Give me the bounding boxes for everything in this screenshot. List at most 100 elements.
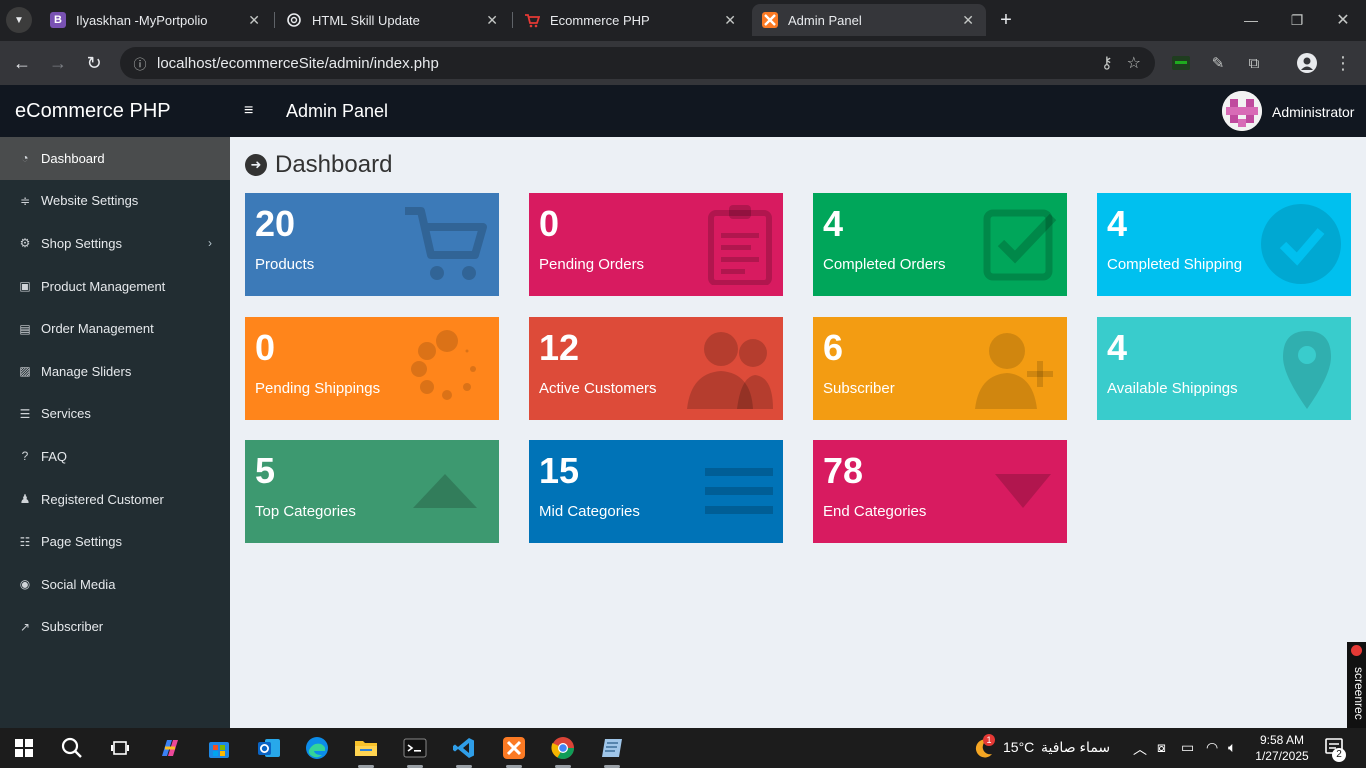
stat-value: 4 xyxy=(1107,203,1128,244)
sliders-icon: ≑ xyxy=(19,193,31,208)
chatgpt-icon xyxy=(286,12,302,28)
terminal-icon[interactable] xyxy=(401,734,429,762)
sidebar-item-dashboard[interactable]: ◔ Dashboard xyxy=(0,137,230,180)
stat-value: 4 xyxy=(823,203,844,244)
tab-title: Ecommerce PHP xyxy=(550,12,650,28)
sidebar-item-faq[interactable]: ? FAQ xyxy=(0,435,230,478)
stat-label: Available Shippings xyxy=(1107,380,1238,397)
check-square-icon xyxy=(983,209,1057,281)
sidebar-item-order-management[interactable]: ▤ Order Management xyxy=(0,307,230,350)
close-icon[interactable]: ✕ xyxy=(486,12,498,29)
sidebar-item-product-management[interactable]: ▣ Product Management xyxy=(0,265,230,308)
vscode-icon[interactable] xyxy=(450,734,478,762)
new-tab-button[interactable]: + xyxy=(994,8,1018,32)
hamburger-menu-icon[interactable]: ≡ xyxy=(244,102,253,120)
stat-value: 4 xyxy=(1107,327,1128,368)
sidebar-item-shop-settings[interactable]: ⚙ Shop Settings › xyxy=(0,222,230,265)
sidebar-item-manage-sliders[interactable]: ▨ Manage Sliders xyxy=(0,350,230,393)
spinner-icon xyxy=(411,330,476,400)
stat-box-subscriber[interactable]: 6 Subscriber xyxy=(813,317,1067,420)
restore-icon[interactable]: ❐ xyxy=(1282,8,1312,32)
sidebar-item-social-media[interactable]: ◉ Social Media xyxy=(0,563,230,606)
xampp-icon[interactable] xyxy=(500,734,528,762)
tab-html-skill[interactable]: HTML Skill Update ✕ xyxy=(276,4,510,36)
sidebar-item-label: Order Management xyxy=(41,321,154,337)
file-explorer-icon[interactable] xyxy=(352,734,380,762)
close-icon[interactable]: ✕ xyxy=(724,12,736,29)
stat-box-end-categories[interactable]: 78 End Categories xyxy=(813,440,1067,543)
extension-icon[interactable] xyxy=(1170,52,1192,74)
stat-box-products[interactable]: 20 Products xyxy=(245,193,499,296)
brand-logo[interactable]: eCommerce PHP xyxy=(15,100,171,123)
avatar[interactable] xyxy=(1222,91,1262,131)
screenrec-widget[interactable]: screenrec xyxy=(1347,642,1366,728)
weather-temperature[interactable]: 15°C xyxy=(1003,739,1034,755)
microsoft-store-icon[interactable] xyxy=(205,734,233,762)
sidebar-item-label: Social Media xyxy=(41,576,116,592)
sidebar-item-website-settings[interactable]: ≑ Website Settings xyxy=(0,180,230,223)
bookmark-star-icon[interactable]: ☆ xyxy=(1127,53,1141,73)
sidebar: ◔ Dashboard ≑ Website Settings ⚙ Shop Se… xyxy=(0,137,230,728)
close-icon[interactable]: ✕ xyxy=(248,12,260,29)
sidebar-item-subscriber[interactable]: ↗ Subscriber xyxy=(0,606,230,649)
sidebar-item-label: Product Management xyxy=(41,278,166,294)
password-key-icon[interactable]: ⚷ xyxy=(1101,53,1113,73)
task-view-icon[interactable] xyxy=(106,734,134,762)
browser-menu-icon[interactable]: ⋮ xyxy=(1332,52,1354,74)
tab-ecommerce-php[interactable]: Ecommerce PHP ✕ xyxy=(514,4,748,36)
sidebar-item-services[interactable]: ☰ Services xyxy=(0,393,230,436)
stat-box-top-categories[interactable]: 5 Top Categories xyxy=(245,440,499,543)
sidebar-item-label: FAQ xyxy=(41,448,68,464)
profile-avatar-icon[interactable] xyxy=(1296,52,1318,74)
stat-value: 0 xyxy=(539,203,560,244)
back-icon[interactable]: ← xyxy=(10,51,34,75)
url-text[interactable]: localhost/ecommerceSite/admin/index.php xyxy=(156,55,1101,72)
map-marker-icon xyxy=(1283,331,1331,409)
tab-search-button[interactable]: ▼ xyxy=(6,7,32,33)
copilot-icon[interactable] xyxy=(156,734,184,762)
user-name[interactable]: Administrator xyxy=(1272,104,1354,120)
sticky-note-icon: ▤ xyxy=(19,321,31,336)
stat-box-mid-categories[interactable]: 15 Mid Categories xyxy=(529,440,783,543)
search-icon[interactable] xyxy=(58,734,86,762)
stat-box-completed-shipping[interactable]: 4 Completed Shipping xyxy=(1097,193,1351,296)
chevron-up-icon[interactable]: ︿ xyxy=(1133,739,1147,759)
stat-box-pending-orders[interactable]: 0 Pending Orders xyxy=(529,193,783,296)
wifi-icon[interactable]: ◠ xyxy=(1206,739,1218,756)
stat-value: 5 xyxy=(255,450,276,491)
question-circle-icon: ? xyxy=(21,449,29,464)
outlook-icon[interactable] xyxy=(255,734,283,762)
system-clock[interactable]: 9:58 AM 1/27/2025 xyxy=(1250,732,1314,764)
tab-myportfolio[interactable]: B Ilyaskhan -MyPortpolio ✕ xyxy=(40,4,272,36)
tab-admin-panel[interactable]: Admin Panel ✕ xyxy=(752,4,986,36)
meet-now-icon[interactable]: ⧇ xyxy=(1157,739,1166,756)
stat-box-available-shippings[interactable]: 4 Available Shippings xyxy=(1097,317,1351,420)
stat-label: Products xyxy=(255,256,315,273)
notes-app-icon[interactable] xyxy=(598,734,626,762)
stat-label: Completed Shipping xyxy=(1107,256,1243,273)
battery-icon[interactable]: ▭ xyxy=(1181,739,1194,756)
stat-box-active-customers[interactable]: 12 Active Customers xyxy=(529,317,783,420)
close-icon[interactable]: ✕ xyxy=(962,12,974,29)
eyedropper-icon[interactable]: ✎ xyxy=(1207,52,1229,74)
reload-icon[interactable]: ↻ xyxy=(82,51,106,75)
sidebar-item-page-settings[interactable]: ☷ Page Settings xyxy=(0,520,230,563)
tab-title: Ilyaskhan -MyPortpolio xyxy=(76,12,208,28)
page-title: ➜ Dashboard xyxy=(245,151,392,179)
chrome-icon[interactable] xyxy=(549,734,577,762)
windows-start-icon[interactable] xyxy=(10,734,38,762)
address-bar[interactable]: ⓘ localhost/ecommerceSite/admin/index.ph… xyxy=(120,47,1155,79)
minimize-icon[interactable]: — xyxy=(1236,8,1266,32)
xampp-icon xyxy=(762,12,778,28)
weather-condition[interactable]: سماء صافية xyxy=(1041,739,1110,756)
close-window-icon[interactable]: ✕ xyxy=(1328,8,1358,32)
forward-icon[interactable]: → xyxy=(46,51,70,75)
edge-icon[interactable] xyxy=(303,734,331,762)
site-info-icon[interactable]: ⓘ xyxy=(124,54,156,73)
user-plus-icon: ♟ xyxy=(19,492,31,507)
volume-icon[interactable]: 🔈︎ xyxy=(1228,739,1236,756)
sidebar-item-registered-customer[interactable]: ♟ Registered Customer xyxy=(0,478,230,521)
extensions-puzzle-icon[interactable]: ⧉ xyxy=(1243,52,1265,74)
stat-box-completed-orders[interactable]: 4 Completed Orders xyxy=(813,193,1067,296)
stat-box-pending-shippings[interactable]: 0 Pending Shippings xyxy=(245,317,499,420)
